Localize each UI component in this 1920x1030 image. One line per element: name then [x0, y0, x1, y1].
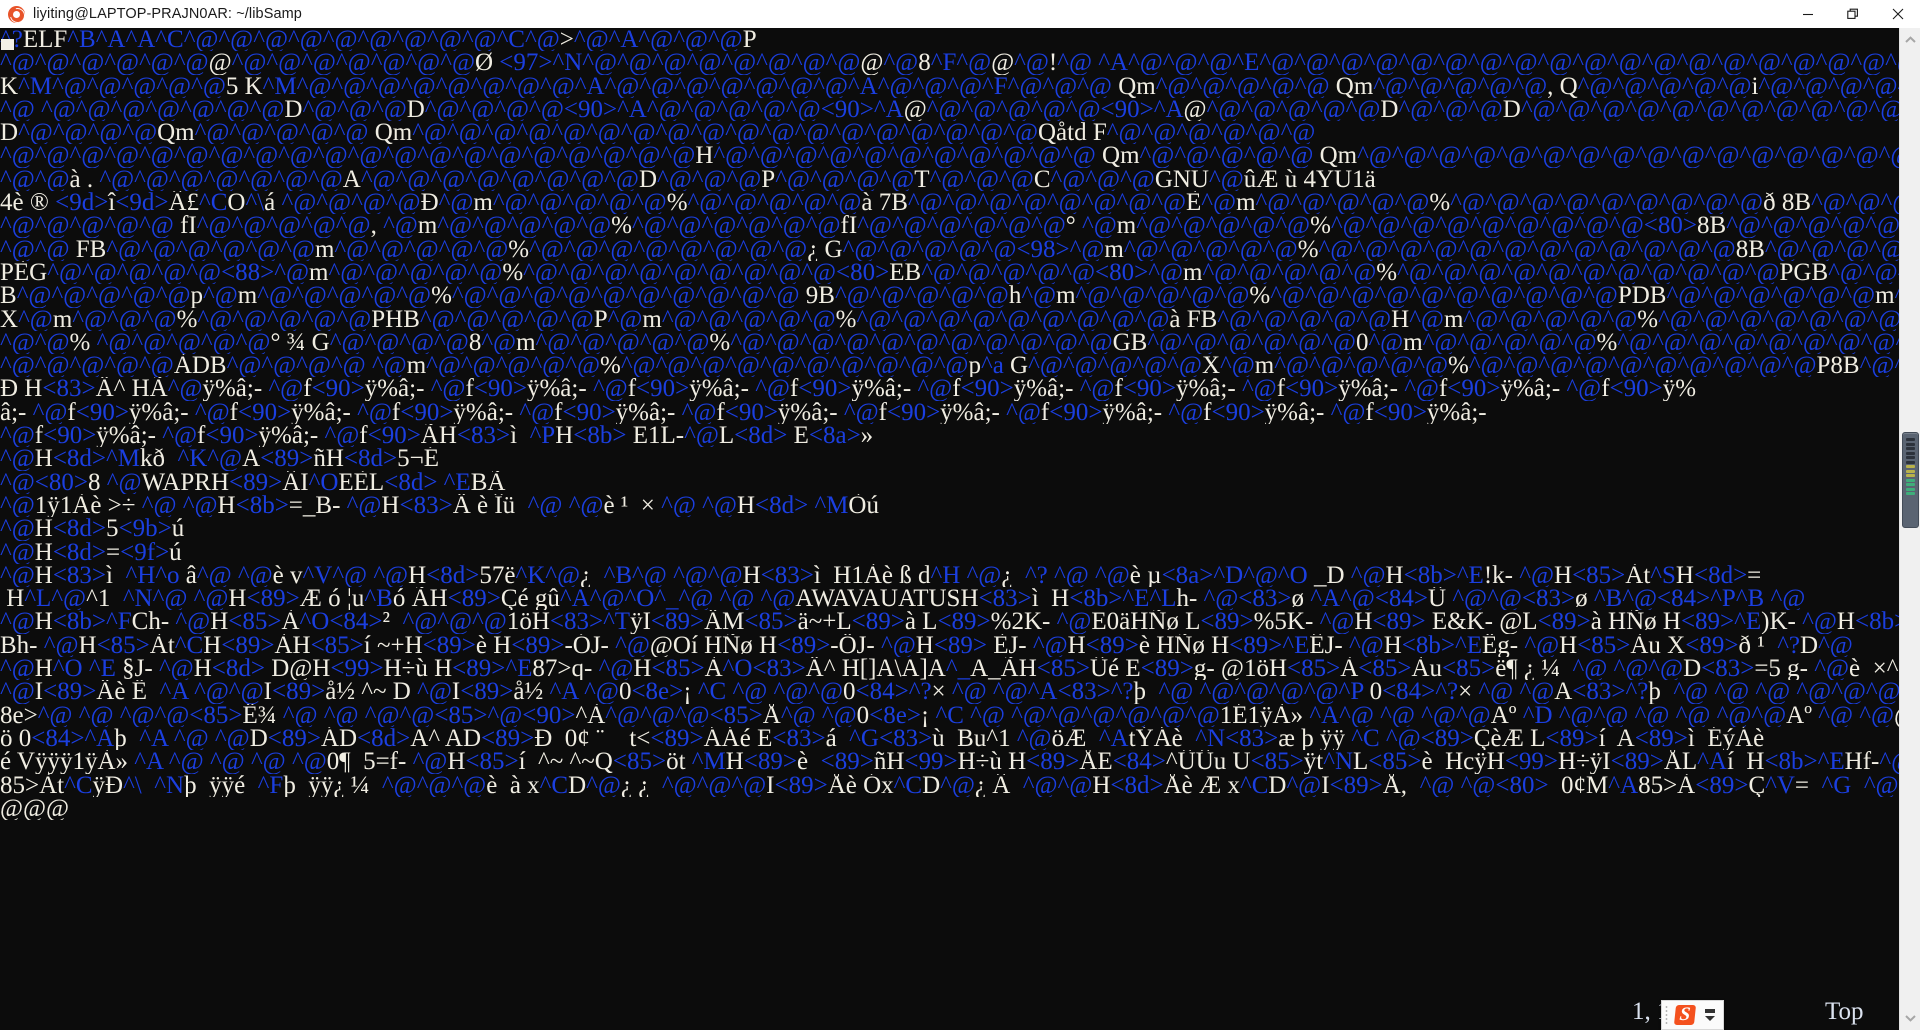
window-title: liyiting@LAPTOP-PRAJN0AR: ~/libSamp: [33, 6, 302, 22]
terminal-line: 4è ® <9d>î<9d>Â£^CO^\á ^@^@^@^@Ð^@m^@^@^…: [0, 191, 1899, 215]
sogou-logo-icon[interactable]: S: [1671, 1001, 1699, 1029]
terminal-line: ^@H<8d>5<9b>ú: [0, 517, 185, 541]
close-icon: [1892, 8, 1903, 20]
vertical-scrollbar[interactable]: [1899, 28, 1920, 1030]
terminal-line: Ð H<83>Ä^ HÃ^@ÿ%â;- ^@f<90>ÿ%â;- ^@f<90>…: [0, 377, 1697, 401]
window-controls: [1785, 0, 1920, 28]
chevron-up-icon: [1904, 36, 1916, 43]
terminal-line: é Vÿÿÿ1ÿÀ» ^A ^@ ^@ ^@ ^@0¶ 5=f- ^@H<85>…: [0, 750, 1899, 774]
restore-icon: [1846, 8, 1858, 19]
terminal-line: ^@H<8d>=<9f>ú: [0, 540, 182, 564]
minimize-button[interactable]: [1785, 0, 1830, 28]
scrollbar-thumb-segment: [1906, 447, 1915, 450]
scrollbar-thumb-segment: [1906, 483, 1915, 486]
scrollbar-thumb-segment: [1906, 469, 1915, 473]
title-bar-left: liyiting@LAPTOP-PRAJN0AR: ~/libSamp: [0, 5, 1785, 23]
terminal-line: PÈG^@^@^@^@^@<88>^@m^@^@^@^@^@%^@^@^@^@^…: [0, 260, 1899, 285]
terminal-line: ^@1ÿ1Àè >÷ ^@ ^@H<8b>=_B- ^@H<83>Ä è Îü …: [0, 493, 879, 518]
terminal-line: ^@f<90>ÿ%â;- ^@f<90>ÿ%â;- ^@f<90>ÃH<83>ì…: [0, 424, 874, 448]
close-button[interactable]: [1875, 0, 1920, 28]
scroll-up-button[interactable]: [1900, 30, 1920, 50]
menu-bar-glyph: [1705, 1009, 1715, 1013]
terminal-line: B^@^@^@^@^@p^@m^@^@^@^@^@%^@^@^@^@^@^@^@…: [0, 284, 1899, 308]
scrollbar-thumb-segment: [1906, 474, 1915, 477]
scrollbar-thumb-segment: [1906, 456, 1915, 459]
terminal-line: ^@H<8b>^FCh- ^@H<85>À^O<84>² ^@^@^@1öH<8…: [0, 610, 1899, 634]
restore-button[interactable]: [1830, 0, 1875, 28]
terminal-line: ^@^@^@^@^@^@@^@^@^@^@^@^@^@Ø <97>^N^@^@^…: [0, 51, 1899, 75]
terminal-line: @@@: [0, 796, 70, 821]
terminal-line: ^@^@ FB^@^@^@^@^@^@m^@^@^@^@^@%^@^@^@^@^…: [0, 237, 1899, 261]
terminal-line: ^@^@^@^@^@^@^@^@^@^@^@^@^@^@^@^@^@^@^@^@…: [0, 144, 1899, 168]
scrollbar-thumb-segment: [1906, 478, 1915, 482]
terminal-line: ^@^@à . ^@^@^@^@^@^@^@A^@^@^@^@^@^@^@^@D…: [0, 167, 1376, 192]
terminal-line: ö 0<84>^Aþ ^A ^@ ^@D<89>ÁD<8d>A^ AD<89>Ð…: [0, 726, 1765, 751]
terminal-line: D^@^@^@^@Qm^@^@^@^@^@ Qm^@^@^@^@^@^@^@^@…: [0, 121, 1316, 145]
terminal-line: Bh- ^@H<85>Àt^CH<89>ÀH<85>í ~+H<89>è H<8…: [0, 633, 1853, 658]
ubuntu-icon: [8, 5, 25, 23]
terminal-line: â;- ^@f<90>ÿ%â;- ^@f<90>ÿ%â;- ^@f<90>ÿ%â…: [0, 400, 1487, 425]
scrollbar-thumb-segment: [1906, 492, 1915, 495]
terminal-line: ^@ ^@^@^@^@^@^@^@D^@^@^@D^@^@^@^@<90>^A^…: [0, 97, 1899, 122]
scrollbar-thumb-segment: [1906, 438, 1915, 441]
terminal-window: liyiting@LAPTOP-PRAJN0AR: ~/libSamp ELF^…: [0, 0, 1920, 1030]
title-bar[interactable]: liyiting@LAPTOP-PRAJN0AR: ~/libSamp: [0, 0, 1920, 28]
terminal-line: K^M^@^@^@^@^@5 K^M^@^@^@^@^@^@^@^@^A^@^@…: [0, 74, 1899, 98]
terminal-line: ^@H<83>ì ^H^o â^@ ^@è v^V^@ ^@H<8d>57ë^K…: [0, 563, 1762, 588]
drag-handle-icon[interactable]: [1662, 1001, 1671, 1029]
scrollbar-thumb-segment: [1906, 442, 1915, 446]
terminal-line: X^@m^@^@^@%^@^@^@^@^@PHB^@^@^@^@^@P^@m^@…: [0, 307, 1899, 331]
scrollbar-thumb[interactable]: [1902, 432, 1919, 528]
minimize-icon: [1802, 13, 1813, 16]
sogou-logo-letter: S: [1673, 1004, 1697, 1025]
scrollbar-thumb-segment: [1906, 465, 1915, 468]
menu-caret-icon[interactable]: [1699, 1001, 1721, 1029]
terminal-line: ^?ELF^B^A^A^C^@^@^@^@^@^@^@^@^@^C^@>^@^A…: [0, 28, 757, 52]
terminal-line: ^@^@^@^@^@ fI^@^@^@^@^@, ^@m^@^@^@^@^@%^…: [0, 214, 1899, 238]
terminal-line: ^@H<8d>^Mkð ^K^@A<89>ñH<8d>5¬É: [0, 447, 439, 471]
scrollbar-thumb-segment: [1906, 451, 1915, 455]
caret-down-glyph: [1705, 1016, 1715, 1021]
scrollbar-thumb-segment: [1906, 460, 1915, 464]
terminal-line: ^@I<89>Äè Ë ^A ^@^@I<89>å½ ^~ D ^@I<89>å…: [0, 680, 1899, 704]
terminal-line: H^L^@^1 ^N^@ ^@H<89>Æ ó ¦u^Bó ÃH<89>Çé g…: [0, 587, 1806, 611]
chevron-down-icon: [1904, 1015, 1916, 1022]
scroll-down-button[interactable]: [1900, 1008, 1920, 1028]
terminal-line: 85>Àt^CÿÐ^\ ^Nþ ÿÿé ^Fþ ÿÿ¿ ¼ ^@^@^@è à …: [0, 773, 1899, 797]
terminal-line: ^@^@% ^@^@^@^@^@° ¾ G^@^@^@^@8^@m^@^@^@^…: [0, 330, 1899, 355]
vim-scroll-state: Top: [1825, 998, 1864, 1025]
terminal-line: 8e>^@ ^@ ^@^@<85>Ë¾ ^@ ^@ ^@^@<85>^@<90>…: [0, 703, 1899, 727]
text-cursor: [1, 39, 14, 50]
terminal-line: ^@^@^@^@^@ÀDB^@^@^@^@ ^@m^@^@^@^@^@%^@^@…: [0, 354, 1899, 378]
sogou-ime-toolbar[interactable]: S: [1661, 1000, 1724, 1030]
vim-status-line: 1, 1 Top: [0, 998, 1899, 1025]
scrollbar-thumb-segment: [1906, 487, 1915, 491]
terminal-line: ^@H^O ^E §J- ^@H<8d> D@H<99>H÷ù H<89>^E8…: [0, 657, 1899, 681]
terminal-body[interactable]: ^?ELF^B^A^A^C^@^@^@^@^@^@^@^@^@^C^@>^@^A…: [0, 28, 1899, 1030]
terminal-line: ^@<80>8 ^@WAPRH<89>ÂI^OEÈL<8d> ^EBÃ: [0, 470, 506, 494]
terminal-screen[interactable]: ^?ELF^B^A^A^C^@^@^@^@^@^@^@^@^@^C^@>^@^A…: [0, 28, 1899, 820]
